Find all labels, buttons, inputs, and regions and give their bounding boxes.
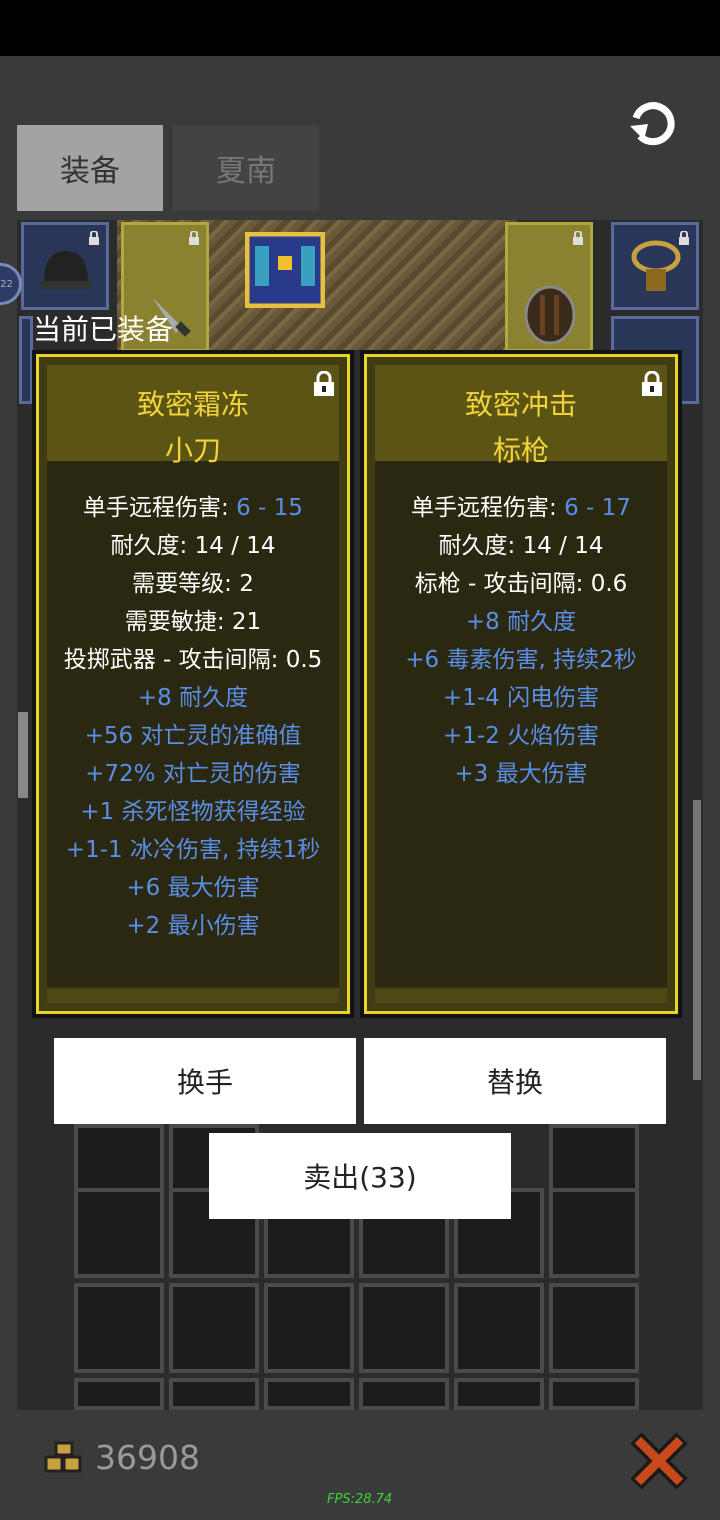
item-type: 小刀 (164, 434, 221, 467)
replace-button[interactable]: 替换 (364, 1038, 666, 1124)
magic-stat-line: +1-2 火焰伤害 (442, 723, 600, 749)
magic-stat-line: +1-1 冰冷伤害, 持续1秒 (65, 837, 321, 863)
lock-icon[interactable] (641, 371, 663, 397)
weapon-slot-right[interactable] (505, 222, 593, 352)
card-footer (375, 989, 667, 1003)
stat-line: 耐久度: 14 / 14 (110, 533, 276, 559)
item-stats: 单手远程伤害: 6 - 17 耐久度: 14 / 14 标枪 - 攻击间隔: 0… (375, 489, 667, 793)
inventory-slot[interactable] (549, 1283, 639, 1373)
scroll-indicator-left (18, 712, 28, 798)
fps-counter: FPS:28.74 (327, 1492, 393, 1507)
amulet-slot[interactable] (611, 222, 699, 310)
swap-hands-button[interactable]: 换手 (54, 1038, 356, 1124)
tab-character[interactable]: 夏南 (173, 125, 319, 211)
stat-line: 投掷武器 - 攻击间隔: 0.5 (63, 647, 323, 673)
magic-stat-line: +6 毒素伤害, 持续2秒 (405, 647, 637, 673)
inventory-slot[interactable] (264, 1378, 354, 1410)
stat-line: 耐久度: 14 / 14 (438, 533, 604, 559)
lock-icon[interactable] (313, 371, 335, 397)
magic-stat-line: +3 最大伤害 (454, 761, 588, 787)
inventory-slot[interactable] (454, 1283, 544, 1373)
stat-line: 单手远程伤害: 6 - 17 (411, 495, 631, 521)
helmet-slot[interactable] (21, 222, 109, 310)
equipped-label: 当前已装备 (33, 313, 174, 346)
inventory-slot[interactable] (169, 1378, 259, 1410)
magic-stat-line: +72% 对亡灵的伤害 (85, 761, 301, 787)
item-card-new: 致密冲击 标枪 单手远程伤害: 6 - 17 耐久度: 14 / 14 标枪 -… (360, 350, 682, 1018)
item-stats: 单手远程伤害: 6 - 15 耐久度: 14 / 14 需要等级: 2 需要敏捷… (47, 489, 339, 945)
magic-stat-line: +8 耐久度 (137, 685, 249, 711)
stat-line: 需要敏捷: 21 (124, 609, 262, 635)
item-type: 标枪 (492, 434, 549, 467)
magic-stat-line: +1-4 闪电伤害 (442, 685, 600, 711)
shield-icon (524, 285, 576, 345)
item-name-prefix: 致密霜冻 (136, 388, 249, 421)
stat-line: 需要等级: 2 (132, 571, 254, 597)
gold-amount: 36908 (95, 1438, 200, 1477)
gold-icon (44, 1441, 82, 1473)
inventory-slot[interactable] (359, 1283, 449, 1373)
sell-button[interactable]: 卖出(33) (209, 1133, 511, 1219)
magic-stat-line: +6 最大伤害 (126, 875, 260, 901)
inventory-slot[interactable] (74, 1378, 164, 1410)
inventory-slot[interactable] (74, 1188, 164, 1278)
tab-equipment[interactable]: 装备 (17, 125, 163, 211)
helmet-icon (40, 251, 92, 289)
chest-icon[interactable] (245, 232, 325, 308)
inventory-slot[interactable] (549, 1378, 639, 1410)
magic-stat-line: +2 最小伤害 (126, 913, 260, 939)
card-body: 致密霜冻 小刀 单手远程伤害: 6 - 15 耐久度: 14 / 14 需要等级… (47, 365, 339, 987)
item-card-equipped: 致密霜冻 小刀 单手远程伤害: 6 - 15 耐久度: 14 / 14 需要等级… (32, 350, 354, 1018)
card-footer (47, 989, 339, 1003)
magic-stat-line: +1 杀死怪物获得经验 (80, 799, 306, 825)
inventory-slot[interactable] (549, 1188, 639, 1278)
inventory-slot[interactable] (454, 1378, 544, 1410)
scrollbar[interactable] (693, 800, 701, 1080)
card-frame: 致密冲击 标枪 单手远程伤害: 6 - 17 耐久度: 14 / 14 标枪 -… (364, 354, 678, 1014)
amulet-icon (631, 240, 681, 291)
stat-line: 单手远程伤害: 6 - 15 (83, 495, 303, 521)
item-name-prefix: 致密冲击 (464, 388, 577, 421)
inventory-slot[interactable] (264, 1283, 354, 1373)
card-body: 致密冲击 标枪 单手远程伤害: 6 - 17 耐久度: 14 / 14 标枪 -… (375, 365, 667, 987)
magic-stat-line: +8 耐久度 (465, 609, 577, 635)
side-slot[interactable] (19, 316, 33, 404)
stat-line: 标枪 - 攻击间隔: 0.6 (414, 571, 628, 597)
inventory-slot[interactable] (74, 1283, 164, 1373)
status-bar (0, 0, 720, 56)
inventory-slot[interactable] (169, 1283, 259, 1373)
magic-stat-line: +56 对亡灵的准确值 (84, 723, 302, 749)
refresh-icon[interactable] (626, 96, 680, 150)
lock-icon (573, 231, 583, 245)
inventory-slot[interactable] (359, 1378, 449, 1410)
close-icon[interactable] (630, 1432, 688, 1490)
lock-icon (189, 231, 199, 245)
card-frame: 致密霜冻 小刀 单手远程伤害: 6 - 15 耐久度: 14 / 14 需要等级… (36, 354, 350, 1014)
